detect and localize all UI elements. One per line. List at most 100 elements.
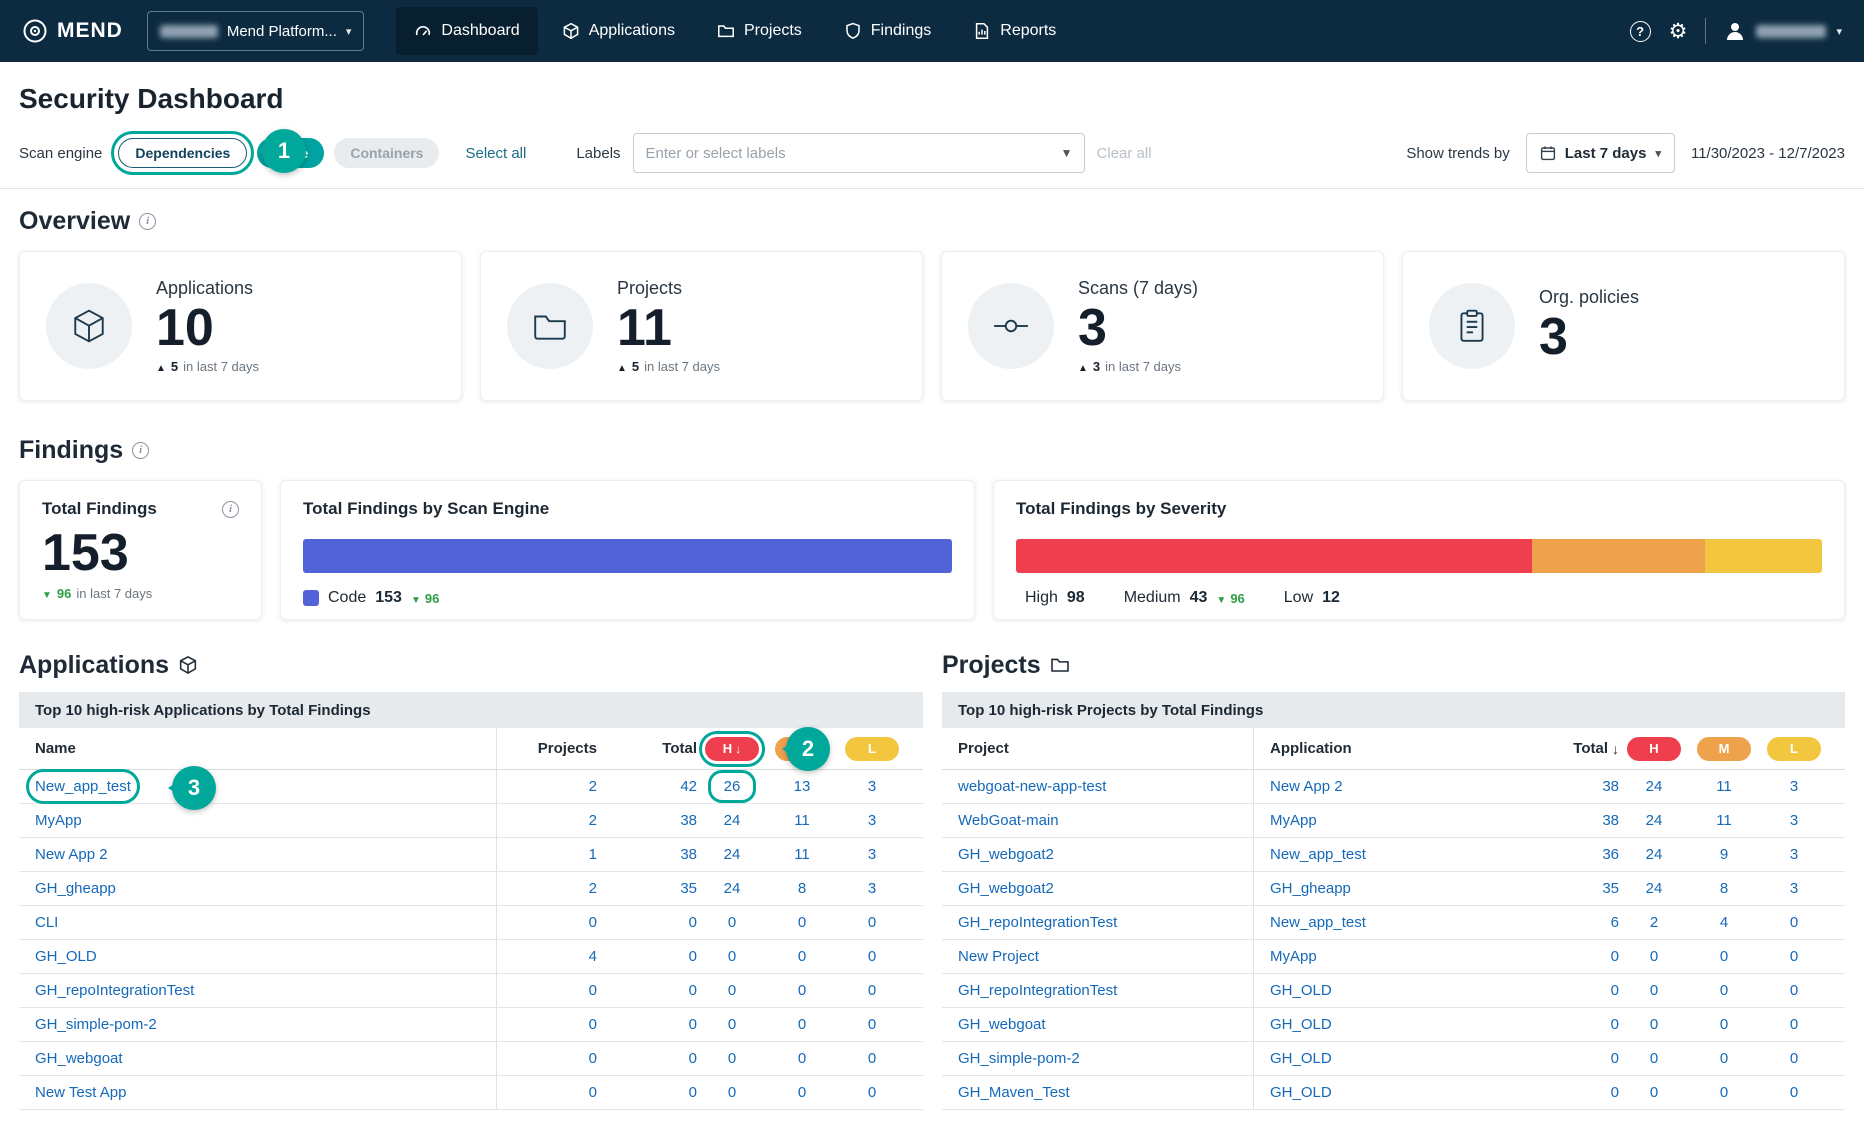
high-count[interactable]: 0 bbox=[1650, 982, 1658, 999]
low-count[interactable]: 3 bbox=[1790, 812, 1798, 829]
application-link[interactable]: GH_gheapp bbox=[35, 880, 116, 897]
nav-item-findings[interactable]: Findings bbox=[826, 7, 949, 55]
application-link[interactable]: New Test App bbox=[35, 1084, 126, 1101]
total-count[interactable]: 0 bbox=[689, 1050, 697, 1067]
projects-count[interactable]: 0 bbox=[589, 982, 597, 999]
medium-count[interactable]: 0 bbox=[1720, 1050, 1728, 1067]
project-link[interactable]: GH_webgoat2 bbox=[958, 846, 1054, 863]
total-count[interactable]: 42 bbox=[680, 778, 697, 795]
nav-item-reports[interactable]: Reports bbox=[955, 7, 1074, 55]
proj-col-application[interactable]: Application bbox=[1254, 740, 1519, 757]
org-selector[interactable]: Mend Platform... ▾ bbox=[147, 11, 365, 51]
application-link[interactable]: MyApp bbox=[1270, 812, 1317, 829]
project-link[interactable]: GH_repoIntegrationTest bbox=[958, 914, 1117, 931]
low-count[interactable]: 0 bbox=[868, 948, 876, 965]
total-count[interactable]: 38 bbox=[1602, 778, 1619, 795]
high-count[interactable]: 0 bbox=[1650, 1050, 1658, 1067]
medium-count[interactable]: 8 bbox=[798, 880, 806, 897]
application-link[interactable]: GH_simple-pom-2 bbox=[35, 1016, 157, 1033]
low-count[interactable]: 3 bbox=[868, 846, 876, 863]
projects-count[interactable]: 2 bbox=[589, 778, 597, 795]
info-icon[interactable]: i bbox=[132, 442, 149, 459]
total-count[interactable]: 0 bbox=[1611, 1084, 1619, 1101]
low-count[interactable]: 0 bbox=[1790, 948, 1798, 965]
nav-item-dashboard[interactable]: Dashboard bbox=[396, 7, 537, 55]
projects-count[interactable]: 2 bbox=[589, 812, 597, 829]
application-link[interactable]: GH_OLD bbox=[1270, 1016, 1332, 1033]
total-count[interactable]: 36 bbox=[1602, 846, 1619, 863]
medium-count[interactable]: 0 bbox=[798, 948, 806, 965]
projects-count[interactable]: 0 bbox=[589, 1050, 597, 1067]
medium-count[interactable]: 0 bbox=[1720, 1084, 1728, 1101]
medium-count[interactable]: 4 bbox=[1720, 914, 1728, 931]
apps-col-m-badge[interactable]: M bbox=[775, 737, 829, 761]
apps-col-l-badge[interactable]: L bbox=[845, 737, 899, 761]
medium-count[interactable]: 11 bbox=[1716, 812, 1732, 829]
labels-input[interactable] bbox=[633, 133, 1085, 173]
proj-col-total[interactable]: Total↓ bbox=[1519, 740, 1619, 757]
help-icon[interactable]: ? bbox=[1630, 21, 1651, 42]
application-link[interactable]: New_app_test bbox=[1270, 914, 1366, 931]
proj-col-m-badge[interactable]: M bbox=[1697, 737, 1751, 761]
nav-item-applications[interactable]: Applications bbox=[544, 7, 693, 55]
application-link[interactable]: MyApp bbox=[35, 812, 82, 829]
low-count[interactable]: 3 bbox=[868, 880, 876, 897]
apps-col-h-badge[interactable]: H↓ bbox=[705, 737, 759, 761]
date-range-button[interactable]: Last 7 days ▾ bbox=[1526, 133, 1675, 173]
high-count[interactable]: 24 bbox=[1646, 812, 1663, 829]
total-count[interactable]: 0 bbox=[1611, 1050, 1619, 1067]
proj-col-h-badge[interactable]: H bbox=[1627, 737, 1681, 761]
application-link[interactable]: New App 2 bbox=[1270, 778, 1343, 795]
low-count[interactable]: 0 bbox=[868, 914, 876, 931]
proj-col-l-badge[interactable]: L bbox=[1767, 737, 1821, 761]
medium-count[interactable]: 8 bbox=[1720, 880, 1728, 897]
gear-icon[interactable]: ⚙ bbox=[1669, 21, 1688, 42]
projects-count[interactable]: 0 bbox=[589, 1084, 597, 1101]
application-link[interactable]: New_app_test bbox=[35, 778, 131, 795]
select-all-link[interactable]: Select all bbox=[465, 145, 526, 162]
low-count[interactable]: 3 bbox=[868, 778, 876, 795]
high-count[interactable]: 0 bbox=[1650, 1016, 1658, 1033]
engine-pill-containers[interactable]: Containers bbox=[334, 138, 439, 168]
project-link[interactable]: New Project bbox=[958, 948, 1039, 965]
high-count[interactable]: 24 bbox=[724, 880, 741, 897]
low-count[interactable]: 0 bbox=[1790, 1084, 1798, 1101]
low-count[interactable]: 3 bbox=[1790, 880, 1798, 897]
application-link[interactable]: GH_OLD bbox=[35, 948, 97, 965]
high-count[interactable]: 0 bbox=[728, 1050, 736, 1067]
total-count[interactable]: 38 bbox=[680, 846, 697, 863]
high-count[interactable]: 0 bbox=[728, 1084, 736, 1101]
medium-count[interactable]: 9 bbox=[1720, 846, 1728, 863]
total-count[interactable]: 35 bbox=[1602, 880, 1619, 897]
engine-pill-code[interactable]: Code bbox=[257, 138, 324, 168]
application-link[interactable]: GH_repoIntegrationTest bbox=[35, 982, 194, 999]
low-count[interactable]: 0 bbox=[868, 1050, 876, 1067]
medium-count[interactable]: 11 bbox=[1716, 778, 1732, 795]
medium-count[interactable]: 0 bbox=[798, 1016, 806, 1033]
projects-count[interactable]: 0 bbox=[589, 1016, 597, 1033]
medium-count[interactable]: 13 bbox=[794, 778, 811, 795]
application-link[interactable]: New_app_test bbox=[1270, 846, 1366, 863]
medium-count[interactable]: 11 bbox=[794, 812, 810, 829]
medium-count[interactable]: 0 bbox=[798, 982, 806, 999]
apps-col-total[interactable]: Total bbox=[597, 740, 697, 757]
application-link[interactable]: GH_gheapp bbox=[1270, 880, 1351, 897]
info-icon[interactable]: i bbox=[222, 501, 239, 518]
total-count[interactable]: 0 bbox=[1611, 948, 1619, 965]
high-count[interactable]: 24 bbox=[1646, 846, 1663, 863]
project-link[interactable]: GH_Maven_Test bbox=[958, 1084, 1070, 1101]
project-link[interactable]: WebGoat-main bbox=[958, 812, 1059, 829]
high-count[interactable]: 24 bbox=[1646, 778, 1663, 795]
high-count[interactable]: 0 bbox=[728, 982, 736, 999]
low-count[interactable]: 3 bbox=[1790, 846, 1798, 863]
low-count[interactable]: 0 bbox=[1790, 914, 1798, 931]
project-link[interactable]: GH_webgoat2 bbox=[958, 880, 1054, 897]
high-count[interactable]: 24 bbox=[724, 812, 741, 829]
total-count[interactable]: 0 bbox=[689, 1016, 697, 1033]
total-count[interactable]: 6 bbox=[1611, 914, 1619, 931]
project-link[interactable]: GH_webgoat bbox=[958, 1016, 1046, 1033]
apps-col-projects[interactable]: Projects bbox=[497, 740, 597, 757]
high-count[interactable]: 24 bbox=[724, 846, 741, 863]
projects-count[interactable]: 0 bbox=[589, 914, 597, 931]
low-count[interactable]: 0 bbox=[1790, 982, 1798, 999]
